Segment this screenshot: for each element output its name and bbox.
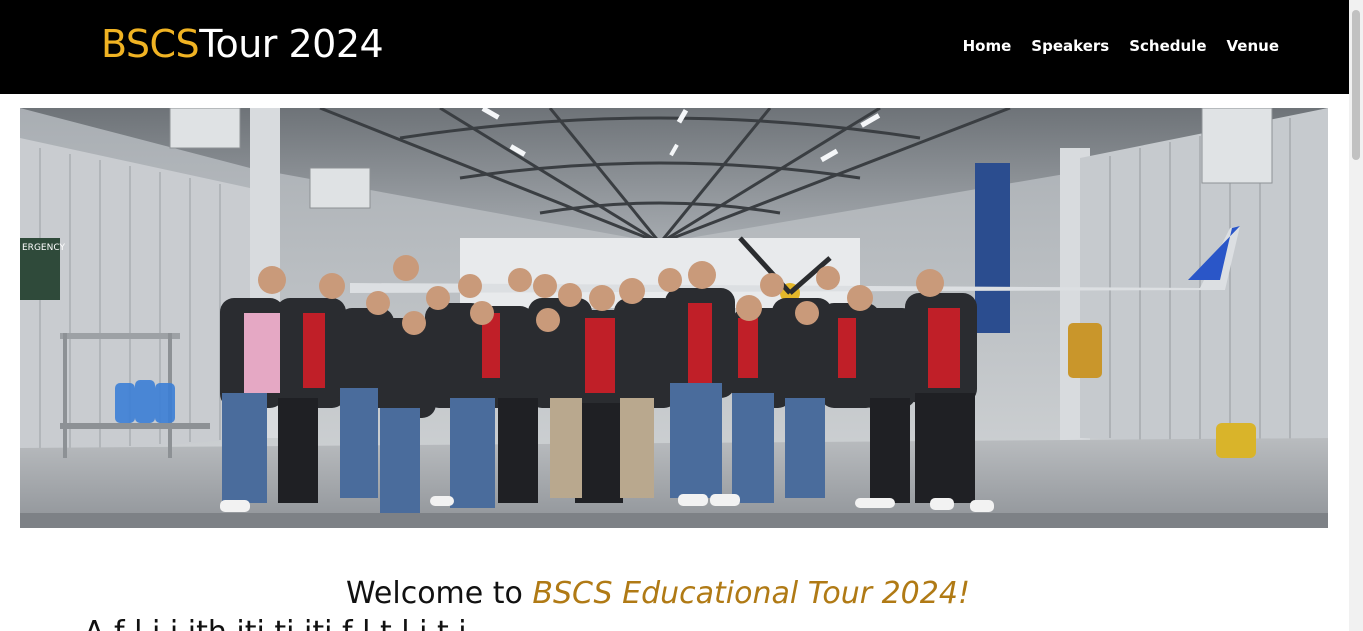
site-logo[interactable]: BSCSTour 2024	[101, 21, 384, 67]
welcome-heading: Welcome to BSCS Educational Tour 2024!	[0, 574, 1316, 614]
page: BSCSTour 2024 Home Speakers Schedule Ven…	[0, 0, 1349, 631]
intro-paragraph: A f l i i ith iti ti iti f l t l i t i	[84, 613, 467, 631]
nav-schedule-link[interactable]: Schedule	[1129, 36, 1206, 56]
scrollbar-thumb[interactable]	[1352, 10, 1360, 160]
brand-accent-text: BSCS	[101, 22, 200, 66]
nav-speakers-link[interactable]: Speakers	[1031, 36, 1109, 56]
brand-rest-text: Tour 2024	[199, 22, 384, 66]
nav-home-link[interactable]: Home	[963, 36, 1012, 56]
emergency-sign-text: ERGENCY	[22, 243, 65, 253]
page-scrollbar[interactable]	[1349, 0, 1363, 631]
hero-photo: ERGENCY	[20, 108, 1328, 528]
navbar: BSCSTour 2024 Home Speakers Schedule Ven…	[0, 0, 1349, 94]
welcome-event-name: BSCS Educational Tour 2024!	[532, 576, 970, 611]
nav-venue-link[interactable]: Venue	[1227, 36, 1280, 56]
main-nav: Home Speakers Schedule Venue	[963, 36, 1279, 56]
group-photo-illustration: ERGENCY	[20, 108, 1328, 528]
welcome-prefix: Welcome to	[346, 576, 533, 611]
